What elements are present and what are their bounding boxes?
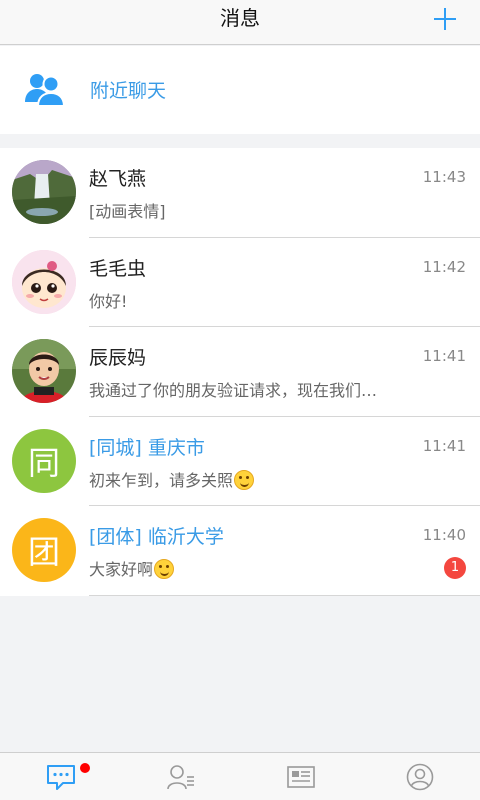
conversation-name: 毛毛虫 (89, 257, 147, 280)
conversation-name: 赵飞燕 (89, 168, 147, 190)
conversation-row[interactable]: 毛毛虫 11:42 你好! (0, 238, 480, 327)
conversation-name: [同城] 重庆市 (89, 436, 205, 459)
smile-emoji-icon (234, 469, 255, 490)
nearby-chat-item[interactable]: 附近聊天 (0, 46, 480, 134)
conversation-message: 大家好啊 (89, 556, 421, 580)
conversation-time: 11:41 (422, 436, 466, 455)
conversation-message: 你好! (89, 291, 128, 311)
conversation-time: 11:41 (422, 347, 466, 365)
avatar: 团 (12, 518, 76, 582)
avatar (12, 249, 76, 314)
tab-bar (0, 752, 480, 800)
conversation-row[interactable]: 赵飞燕 11:43 [动画表情] (0, 148, 480, 238)
conversation-time: 11:40 (422, 526, 466, 544)
conversation-name: [团体] 临沂大学 (89, 526, 224, 548)
conversation-time: 11:43 (422, 168, 466, 186)
unread-badge: 1 (444, 557, 466, 579)
nearby-chat-label: 附近聊天 (90, 80, 167, 102)
conversation-time: 11:42 (422, 257, 466, 276)
avatar (12, 339, 76, 403)
people-icon (25, 74, 66, 107)
avatar (12, 160, 76, 224)
title-bar: 消息 (0, 0, 480, 45)
message-text: 大家好啊 (89, 560, 154, 579)
messages-icon[interactable] (46, 763, 76, 791)
plus-icon[interactable] (434, 8, 456, 30)
conversation-row[interactable]: 辰辰妈 11:41 我通过了你的朋友验证请求，现在我们… (0, 327, 480, 417)
contacts-icon[interactable] (166, 763, 196, 791)
message-text: 初来乍到，请多关照 (89, 470, 234, 490)
divider (89, 594, 480, 596)
conversation-message: 我通过了你的朋友验证请求，现在我们… (89, 381, 378, 400)
conversation-message: 初来乍到，请多关照 (89, 467, 421, 491)
conversation-row[interactable]: 团 [团体] 临沂大学 11:40 大家好啊 1 (0, 506, 480, 596)
profile-icon[interactable] (405, 763, 435, 791)
news-icon[interactable] (286, 763, 316, 791)
conversation-message: [动画表情] (89, 202, 166, 221)
avatar: 同 (12, 428, 76, 493)
page-title: 消息 (220, 6, 260, 30)
conversation-row[interactable]: 同 [同城] 重庆市 11:41 初来乍到，请多关照 (0, 417, 480, 506)
conversation-name: 辰辰妈 (89, 347, 147, 369)
notification-dot (80, 763, 90, 773)
conversation-list: 赵飞燕 11:43 [动画表情] 毛毛虫 11:42 你好! 辰辰妈 11:41… (0, 148, 480, 596)
smile-emoji-icon (154, 559, 175, 579)
